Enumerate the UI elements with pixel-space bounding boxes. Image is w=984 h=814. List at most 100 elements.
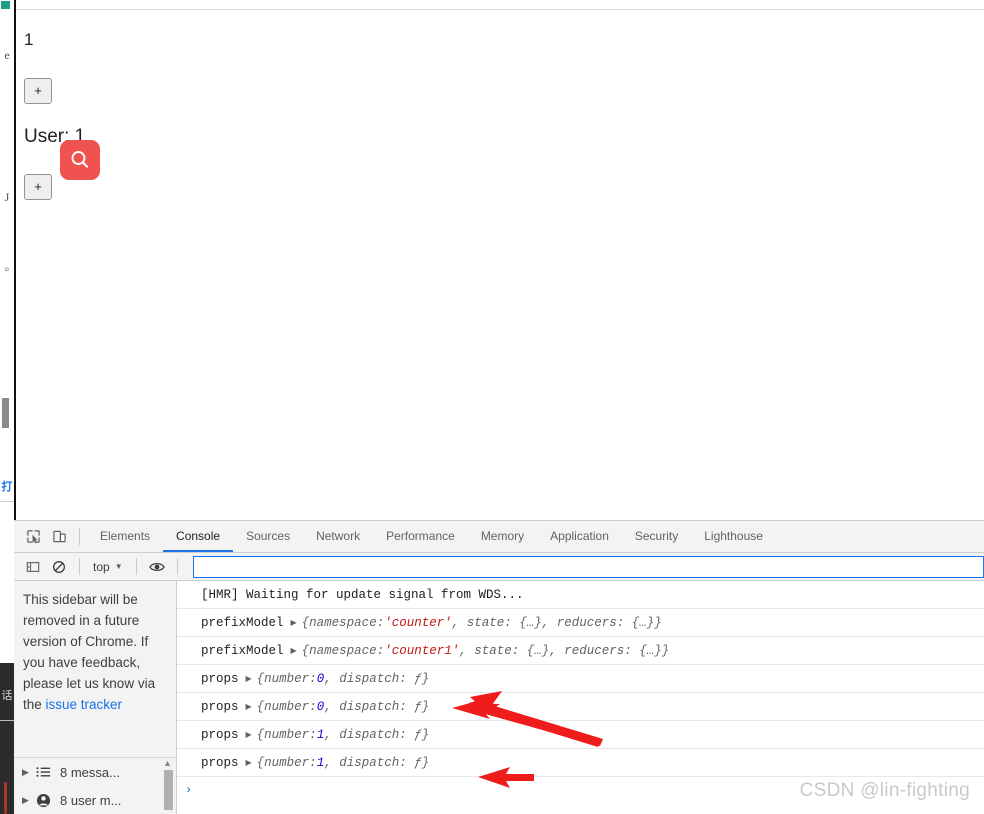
eye-icon bbox=[148, 562, 165, 571]
screenshot-root: e J ▫ 打 话 1 + User: 1 + Elements Console… bbox=[0, 0, 984, 814]
strip-dark-region bbox=[0, 663, 14, 814]
scrollbar-thumb[interactable] bbox=[164, 770, 173, 810]
tab-console[interactable]: Console bbox=[163, 521, 234, 552]
strip-glyph-e: e bbox=[4, 48, 10, 62]
devtools-tabbar: Elements Console Sources Network Perform… bbox=[14, 521, 984, 553]
strip-glyph-box: ▫ bbox=[4, 262, 10, 276]
expand-triangle-icon[interactable]: ▶ bbox=[291, 618, 297, 627]
console-log-row[interactable]: props ▶ {number: 0, dispatch: ƒ} bbox=[177, 693, 984, 721]
console-log-label: prefixModel bbox=[201, 643, 284, 658]
sidebar-scrollbar[interactable]: ▲ bbox=[162, 758, 174, 812]
console-log-fragment: , dispatch: ƒ} bbox=[324, 755, 430, 770]
console-sidebar: This sidebar will be removed in a future… bbox=[14, 581, 177, 814]
csdn-watermark: CSDN @lin-fighting bbox=[799, 780, 970, 801]
console-log-fragment: , dispatch: ƒ} bbox=[324, 699, 430, 714]
tab-sources[interactable]: Sources bbox=[233, 521, 303, 552]
console-rows-container: [HMR] Waiting for update signal from WDS… bbox=[177, 581, 984, 777]
console-log-fragment: {namespace: bbox=[301, 643, 385, 658]
clear-console-icon-button[interactable] bbox=[46, 554, 72, 580]
expand-triangle-icon[interactable]: ▶ bbox=[246, 674, 252, 683]
strip-accent-bar bbox=[4, 782, 7, 814]
expand-triangle-icon[interactable]: ▶ bbox=[246, 702, 252, 711]
console-log-fragment: 1 bbox=[316, 755, 325, 770]
strip-light-region bbox=[0, 0, 14, 663]
strip-teal-marker bbox=[1, 1, 10, 9]
clear-console-icon bbox=[53, 560, 65, 573]
user-icon bbox=[36, 793, 60, 808]
list-icon bbox=[36, 766, 60, 778]
live-expression-eye-icon-button[interactable] bbox=[144, 554, 170, 580]
console-toolbar: top ▼ bbox=[14, 553, 984, 581]
device-toolbar-icon-button[interactable] bbox=[46, 524, 72, 550]
console-log-label: props bbox=[201, 671, 239, 686]
console-log-label: props bbox=[201, 699, 239, 714]
console-log-fragment: , dispatch: ƒ} bbox=[324, 727, 430, 742]
tab-performance[interactable]: Performance bbox=[373, 521, 468, 552]
chevron-down-icon: ▼ bbox=[114, 562, 123, 571]
expand-triangle-icon[interactable]: ▶ bbox=[291, 646, 297, 655]
sidebar-summary-rows: ▶ 8 messa... ▶ 8 user m... bbox=[14, 757, 176, 814]
strip-divider bbox=[0, 501, 14, 502]
search-icon-badge[interactable] bbox=[60, 140, 100, 180]
console-log-fragment: {number: bbox=[256, 727, 317, 742]
console-log-fragment: 'counter' bbox=[384, 615, 452, 630]
scroll-up-arrow-icon[interactable]: ▲ bbox=[163, 758, 172, 768]
tab-application[interactable]: Application bbox=[537, 521, 622, 552]
inspect-element-icon-button[interactable] bbox=[20, 524, 46, 550]
toolbar-divider-3 bbox=[135, 558, 137, 575]
inspect-element-icon bbox=[26, 530, 40, 544]
search-icon bbox=[71, 151, 89, 168]
sidebar-item-messages[interactable]: ▶ 8 messa... bbox=[14, 758, 176, 786]
strip-glyph-j: J bbox=[4, 190, 10, 204]
strip-blue-text: 打 bbox=[1, 481, 13, 493]
viewport-top-divider bbox=[16, 9, 984, 10]
prompt-chevron-icon: › bbox=[185, 783, 193, 797]
console-log-row[interactable]: prefixModel ▶ {namespace: 'counter1', stat… bbox=[177, 637, 984, 665]
console-log-row[interactable]: props ▶ {number: 0, dispatch: ƒ} bbox=[177, 665, 984, 693]
devtools-panel: Elements Console Sources Network Perform… bbox=[14, 520, 984, 814]
tab-memory[interactable]: Memory bbox=[468, 521, 537, 552]
console-log-fragment: , state: {…}, reducers: {…}} bbox=[451, 615, 662, 630]
console-log-fragment: 0 bbox=[316, 699, 325, 714]
console-log-text: [HMR] Waiting for update signal from WDS… bbox=[201, 587, 524, 602]
console-log-label: props bbox=[201, 727, 239, 742]
tab-lighthouse[interactable]: Lighthouse bbox=[691, 521, 776, 552]
console-log-fragment: , state: {…}, reducers: {…}} bbox=[459, 643, 670, 658]
console-log-fragment: {namespace: bbox=[301, 615, 385, 630]
background-window-strip: e J ▫ 打 话 bbox=[0, 0, 14, 814]
console-log-fragment: , dispatch: ƒ} bbox=[324, 671, 430, 686]
device-toolbar-icon bbox=[52, 530, 66, 543]
console-log-label: prefixModel bbox=[201, 615, 284, 630]
tab-elements[interactable]: Elements bbox=[87, 521, 163, 552]
strip-gray-block bbox=[2, 398, 9, 428]
console-log-row[interactable]: props ▶ {number: 1, dispatch: ƒ} bbox=[177, 749, 984, 777]
sidebar-deprecation-notice: This sidebar will be removed in a future… bbox=[14, 581, 176, 725]
expand-triangle-icon[interactable]: ▶ bbox=[246, 730, 252, 739]
toolbar-divider-2 bbox=[79, 558, 80, 575]
expand-triangle-icon[interactable]: ▶ bbox=[246, 758, 252, 767]
chevron-right-icon: ▶ bbox=[22, 794, 29, 805]
console-log-fragment: 'counter1' bbox=[384, 643, 460, 658]
chevron-right-icon: ▶ bbox=[22, 766, 29, 777]
console-log-row[interactable]: [HMR] Waiting for update signal from WDS… bbox=[177, 581, 984, 609]
increment-button-user[interactable]: + bbox=[24, 174, 52, 200]
toolbar-divider-1 bbox=[79, 528, 80, 545]
console-log-fragment: {number: bbox=[256, 699, 317, 714]
increment-button-counter[interactable]: + bbox=[24, 78, 52, 104]
sidebar-item-user-messages[interactable]: ▶ 8 user m... bbox=[14, 786, 176, 814]
console-filter-input[interactable] bbox=[192, 555, 984, 578]
console-log-row[interactable]: prefixModel ▶ {namespace: 'counter', state… bbox=[177, 609, 984, 637]
strip-cjk-glyph: 话 bbox=[1, 689, 13, 702]
sidebar-item-messages-label: 8 messa... bbox=[60, 764, 120, 780]
console-log-label: props bbox=[201, 755, 239, 770]
tab-network[interactable]: Network bbox=[303, 521, 373, 552]
console-log-fragment: {number: bbox=[256, 671, 317, 686]
console-sidebar-toggle-icon-button[interactable] bbox=[20, 554, 46, 580]
console-sidebar-toggle-icon bbox=[26, 561, 40, 572]
issue-tracker-link[interactable]: issue tracker bbox=[46, 697, 123, 712]
console-log-row[interactable]: props ▶ {number: 1, dispatch: ƒ} bbox=[177, 721, 984, 749]
console-log-fragment: {number: bbox=[256, 755, 317, 770]
execution-context-value: top bbox=[93, 559, 110, 574]
execution-context-selector[interactable]: top ▼ bbox=[87, 557, 129, 577]
tab-security[interactable]: Security bbox=[622, 521, 691, 552]
